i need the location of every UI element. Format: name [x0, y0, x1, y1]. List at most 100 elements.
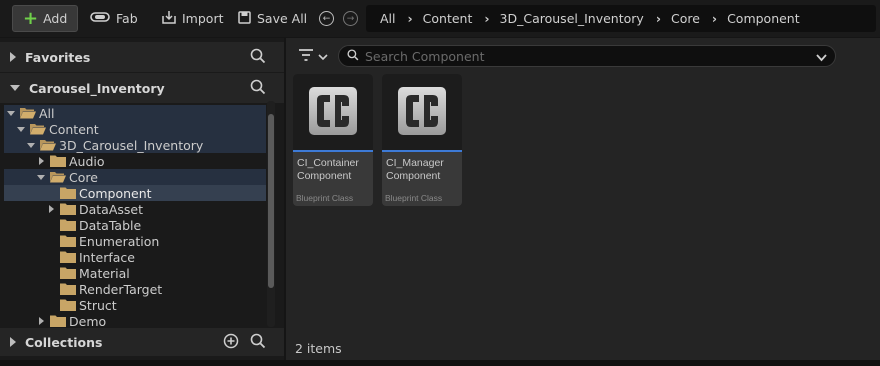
fab-button-label: Fab: [116, 11, 138, 26]
collapse-arrow-icon: [27, 142, 35, 148]
tree-item-label: Audio: [69, 153, 105, 169]
tree-item-label: Content: [49, 121, 99, 137]
import-icon: [162, 10, 176, 27]
collapse-arrow-icon: [7, 110, 15, 116]
fab-button[interactable]: Fab: [90, 5, 138, 32]
tree-item-content[interactable]: Content: [4, 121, 266, 137]
collapse-arrow-icon: [10, 85, 20, 91]
folder-icon: [60, 283, 76, 295]
forward-arrow-icon[interactable]: →: [343, 11, 358, 26]
tree-item-rendertarget[interactable]: RenderTarget: [4, 281, 266, 297]
tree-item-dataasset[interactable]: DataAsset: [4, 201, 266, 217]
chevron-right-icon: ›: [655, 11, 661, 26]
tree-item-datatable[interactable]: DataTable: [4, 217, 266, 233]
tree-item-label: Demo: [69, 313, 107, 328]
search-icon[interactable]: [250, 48, 266, 67]
tree-item-all[interactable]: All: [4, 105, 266, 121]
tree-item-label: Material: [79, 265, 130, 281]
asset-type: Blueprint Class: [296, 193, 354, 203]
expand-arrow-icon: [38, 157, 44, 165]
expand-arrow-icon: [10, 337, 16, 347]
folder-open-icon: [20, 107, 36, 119]
folder-icon: [50, 155, 66, 167]
tree-item-label: Core: [69, 169, 98, 185]
tree-item-label: DataTable: [79, 217, 142, 233]
breadcrumb-item-component[interactable]: Component: [727, 11, 800, 26]
filter-icon: [298, 48, 314, 65]
asset-tile[interactable]: CI_Manager Component Blueprint Class: [382, 74, 462, 206]
sources-panel: Favorites Carousel_Inventory All Content…: [0, 38, 284, 366]
tree-item-3d-carousel-inventory[interactable]: 3D_Carousel_Inventory: [4, 137, 266, 153]
import-button-label: Import: [182, 11, 224, 26]
import-button[interactable]: Import: [162, 5, 224, 32]
folder-icon: [50, 315, 66, 327]
tree-item-label: RenderTarget: [79, 281, 163, 297]
add-button[interactable]: + Add: [12, 5, 78, 32]
add-button-label: Add: [43, 11, 68, 26]
breadcrumb-item-all[interactable]: All: [380, 11, 396, 26]
save-all-button[interactable]: Save All: [238, 5, 307, 32]
tree-item-struct[interactable]: Struct: [4, 297, 266, 313]
tree-item-demo[interactable]: Demo: [4, 313, 266, 327]
plus-icon: +: [23, 7, 39, 29]
breadcrumb-item-core[interactable]: Core: [671, 11, 700, 26]
folder-icon: [60, 267, 76, 279]
expand-arrow-icon: [38, 317, 44, 325]
collapse-arrow-icon: [37, 174, 45, 180]
favorites-label: Favorites: [25, 49, 91, 65]
collections-header[interactable]: Collections: [0, 328, 284, 356]
tree-item-label: Struct: [79, 297, 117, 313]
asset-type-color-bar: [293, 150, 373, 152]
project-label: Carousel_Inventory: [29, 80, 165, 96]
folder-icon: [60, 299, 76, 311]
chevron-right-icon: ›: [484, 11, 490, 26]
folder-icon: [60, 235, 76, 247]
asset-type-color-bar: [382, 150, 462, 152]
scrollbar-thumb[interactable]: [268, 114, 274, 288]
blueprint-component-icon: [397, 86, 447, 139]
chevron-right-icon: ›: [711, 11, 718, 26]
tree-item-label: Interface: [79, 249, 135, 265]
folder-open-icon: [30, 123, 46, 135]
tree-item-interface[interactable]: Interface: [4, 249, 266, 265]
tree-item-label: DataAsset: [79, 201, 144, 217]
breadcrumb: All › Content › 3D_Carousel_Inventory › …: [366, 5, 876, 32]
items-count: 2 items: [295, 341, 342, 356]
chevron-down-icon: [318, 50, 328, 64]
back-arrow-icon[interactable]: ←: [319, 11, 334, 26]
search-icon[interactable]: [250, 333, 266, 352]
chevron-right-icon: ›: [407, 11, 413, 26]
chevron-down-icon[interactable]: [816, 51, 827, 65]
save-all-button-label: Save All: [257, 11, 308, 26]
folder-open-icon: [40, 139, 56, 151]
search-input[interactable]: [365, 48, 805, 64]
tree-item-audio[interactable]: Audio: [4, 153, 266, 169]
asset-thumbnail: [293, 74, 373, 150]
bottom-border: [0, 360, 880, 366]
folder-tree: All Content 3D_Carousel_Inventory Audio …: [4, 101, 266, 327]
project-header[interactable]: Carousel_Inventory: [0, 73, 284, 103]
search-icon[interactable]: [250, 79, 266, 98]
expand-arrow-icon: [48, 205, 54, 213]
add-collection-icon[interactable]: [223, 333, 239, 352]
tree-item-enumeration[interactable]: Enumeration: [4, 233, 266, 249]
blueprint-component-icon: [308, 86, 358, 139]
tree-item-material[interactable]: Material: [4, 265, 266, 281]
tree-item-label: All: [39, 105, 55, 121]
favorites-header[interactable]: Favorites: [0, 42, 284, 72]
search-icon: [347, 48, 359, 64]
asset-tile[interactable]: CI_Container Component Blueprint Class: [293, 74, 373, 206]
filter-button[interactable]: [298, 48, 328, 65]
asset-thumbnail: [382, 74, 462, 150]
breadcrumb-item-content[interactable]: Content: [423, 11, 473, 26]
tree-item-label: Enumeration: [79, 233, 160, 249]
folder-icon: [60, 187, 76, 199]
folder-icon: [60, 251, 76, 263]
breadcrumb-item-project[interactable]: 3D_Carousel_Inventory: [500, 11, 644, 26]
folder-icon: [60, 219, 76, 231]
folder-icon: [60, 203, 76, 215]
tree-item-core[interactable]: Core: [4, 169, 266, 185]
save-icon: [238, 10, 251, 27]
tree-item-component[interactable]: Component: [4, 185, 266, 201]
tree-item-label: Component: [79, 185, 152, 201]
